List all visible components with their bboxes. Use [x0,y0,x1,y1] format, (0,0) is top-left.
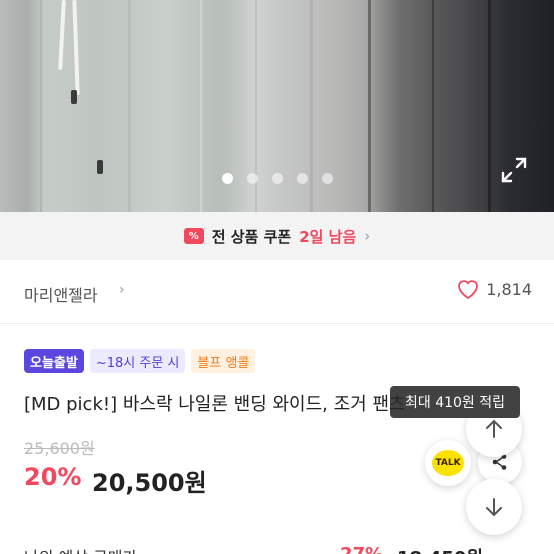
gallery-pagination[interactable] [0,173,554,184]
expand-icon[interactable] [500,156,528,184]
gallery-dot[interactable] [221,173,233,184]
badge-order-time: ~18시 주문 시 [89,349,186,373]
drawstring-tip [97,160,103,174]
gallery-dot[interactable] [246,173,258,184]
product-image[interactable] [0,0,554,212]
drawstring-tip [71,90,77,104]
expected-discount: 27% [340,544,383,554]
gallery-dot[interactable] [271,173,283,184]
gallery-dot[interactable] [296,173,308,184]
expected-price: 18,450원 [397,544,483,554]
sale-price: 20,500원 [92,469,207,497]
coupon-text: 전 상품 쿠폰 [211,227,292,246]
drawstring [58,0,66,71]
chevron-right-icon: › [364,227,371,245]
like-count: 1,814 [486,279,532,299]
discount-rate: 20% [24,463,82,491]
store-row[interactable]: 마리앤젤라 › 1,814 [0,260,554,324]
like-button[interactable]: 1,814 [456,278,532,300]
coupon-banner[interactable]: % 전 상품 쿠폰 2일 남음 › [0,212,554,260]
kakao-talk-button[interactable]: TALK [425,440,471,486]
coupon-icon: % [183,228,204,244]
coupon-days-left: 2일 남음 [299,227,357,246]
heart-icon [458,280,479,300]
store-name[interactable]: 마리앤젤라 [24,282,98,306]
product-title: [MD pick!] 바스락 나일론 밴딩 와이드, 조거 팬츠 2color [24,394,404,415]
chevron-right-icon: › [119,282,125,298]
arrow-up-icon [486,419,502,438]
drawstring [72,0,80,96]
expected-price-label: 나의 예상 구매가 [24,544,137,554]
talk-icon: TALK [432,450,464,476]
expected-price-row[interactable]: 나의 예상 구매가 27% 18,450원 [0,540,554,554]
badge-row: 오늘출발 ~18시 주문 시 블프 앵콜 [24,349,256,373]
arrow-down-icon [486,498,502,517]
badge-today-ship: 오늘출발 [24,349,84,373]
gallery-dot[interactable] [321,173,333,184]
points-tooltip: 최대 410원 적립 [390,386,520,418]
badge-black-friday: 블프 앵콜 [191,349,256,373]
scroll-down-button[interactable] [466,479,522,535]
original-price: 25,600원 [24,439,95,458]
